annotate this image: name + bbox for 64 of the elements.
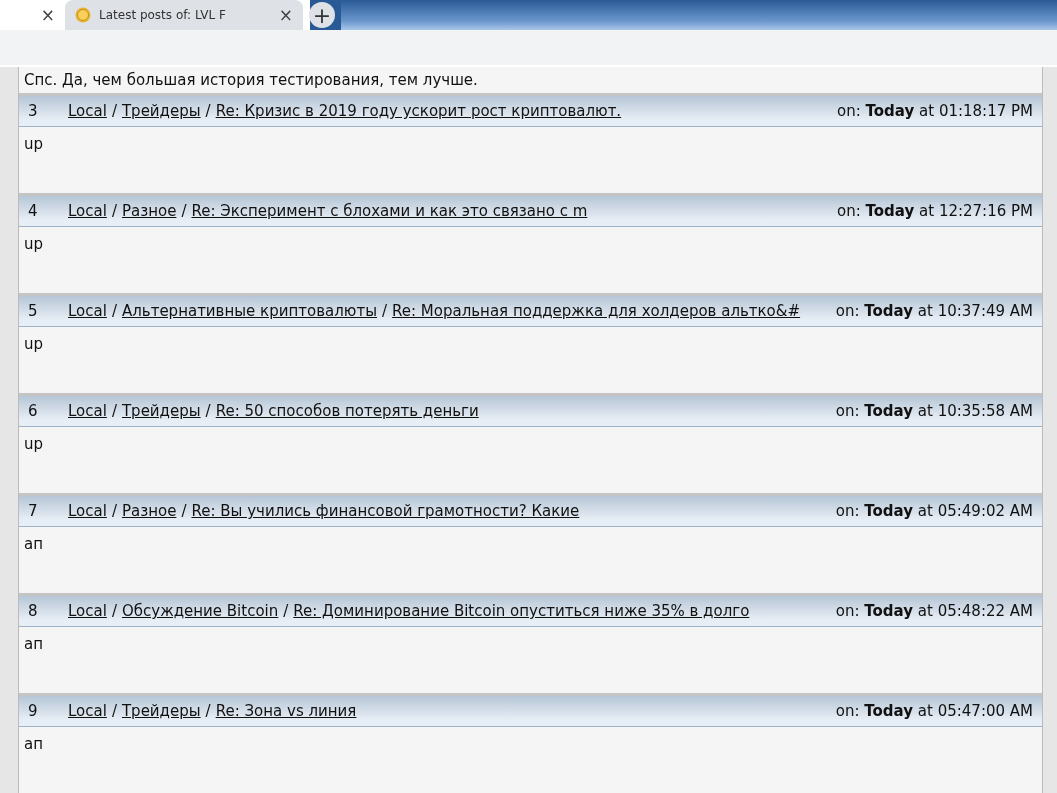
post-number: 5	[28, 302, 39, 320]
breadcrumb-separator: /	[111, 602, 117, 620]
breadcrumb-link[interactable]: Re: Кризис в 2019 году ускорит рост криптовалют.	[215, 102, 622, 120]
tab-title: Latest posts of: LVL F	[99, 8, 227, 22]
post-text: up	[24, 235, 44, 253]
browser-tab[interactable]: ×	[0, 0, 65, 30]
breadcrumb-link[interactable]: Re: Доминирование Bitcoin опуститься ниже 35% в долго	[293, 602, 750, 620]
breadcrumb-separator: /	[181, 502, 187, 520]
breadcrumb-link[interactable]: Local	[68, 202, 107, 220]
post-date: on: Today at 05:47:00 AM	[835, 702, 1033, 720]
breadcrumb-link[interactable]: Re: 50 способов потерять деньги	[215, 402, 479, 420]
breadcrumb-separator: /	[181, 202, 187, 220]
post-number: 8	[28, 602, 39, 620]
breadcrumb-link[interactable]: Альтернативные криптовалюты	[121, 302, 377, 320]
post-date: on: Today at 05:49:02 AM	[835, 502, 1033, 520]
breadcrumb-link[interactable]: Local	[68, 602, 107, 620]
post-date: on: Today at 05:48:22 AM	[835, 602, 1033, 620]
breadcrumb-link[interactable]: Трейдеры	[121, 702, 201, 720]
breadcrumb-link[interactable]: Local	[68, 302, 107, 320]
breadcrumb-link[interactable]: Local	[68, 102, 107, 120]
breadcrumb-link[interactable]: Трейдеры	[121, 402, 201, 420]
post-text: ап	[24, 535, 43, 553]
breadcrumb-link[interactable]: Re: Вы учились финансовой грамотности? Какие	[191, 502, 580, 520]
breadcrumb-separator: /	[111, 102, 117, 120]
post-text: up	[24, 335, 44, 353]
breadcrumb-separator: /	[205, 702, 211, 720]
breadcrumb-link[interactable]: Обсуждение Bitcoin	[121, 602, 279, 620]
breadcrumb-separator: /	[205, 102, 211, 120]
breadcrumb-separator: /	[111, 702, 117, 720]
breadcrumb-link[interactable]: Re: Моральная поддержка для холдеров альтко&#	[392, 302, 801, 320]
post-date: on: Today at 01:18:17 PM	[837, 102, 1033, 120]
post-text: ап	[24, 735, 43, 753]
breadcrumb-separator: /	[283, 602, 289, 620]
post-date: on: Today at 10:35:58 AM	[835, 402, 1033, 420]
post-date: on: Today at 12:27:16 PM	[837, 202, 1033, 220]
post-number: 6	[28, 402, 39, 420]
breadcrumb-link[interactable]: Разное	[121, 202, 177, 220]
breadcrumb-separator: /	[205, 402, 211, 420]
browser-tab[interactable]: Latest posts of: LVL F ×	[65, 0, 303, 30]
breadcrumb-link[interactable]: Трейдеры	[121, 102, 201, 120]
post-text: ап	[24, 635, 43, 653]
breadcrumb-link[interactable]: Local	[68, 502, 107, 520]
breadcrumb-link[interactable]: Local	[68, 702, 107, 720]
post-date: on: Today at 10:37:49 AM	[835, 302, 1033, 320]
breadcrumb-link[interactable]: Local	[68, 402, 107, 420]
coin-icon	[75, 7, 91, 23]
breadcrumb-separator: /	[111, 502, 117, 520]
breadcrumb-separator: /	[111, 202, 117, 220]
new-tab-button[interactable]: +	[309, 2, 335, 28]
breadcrumb-separator: /	[111, 302, 117, 320]
post-number: 3	[28, 102, 39, 120]
post-text: Спс. Да, чем большая история тестирования, тем лучше.	[24, 71, 478, 89]
post-number: 4	[28, 202, 39, 220]
close-icon[interactable]: ×	[278, 5, 293, 25]
post-number: 9	[28, 702, 39, 720]
post-number: 7	[28, 502, 39, 520]
breadcrumb-link[interactable]: Re: Зона vs линия	[215, 702, 357, 720]
post-text: up	[24, 435, 44, 453]
post-text: up	[24, 135, 44, 153]
breadcrumb-link[interactable]: Re: Эксперимент с блохами и как это связано с m	[191, 202, 588, 220]
breadcrumb-separator: /	[382, 302, 388, 320]
close-icon[interactable]: ×	[40, 5, 55, 25]
breadcrumb-link[interactable]: Разное	[121, 502, 177, 520]
breadcrumb-separator: /	[111, 402, 117, 420]
